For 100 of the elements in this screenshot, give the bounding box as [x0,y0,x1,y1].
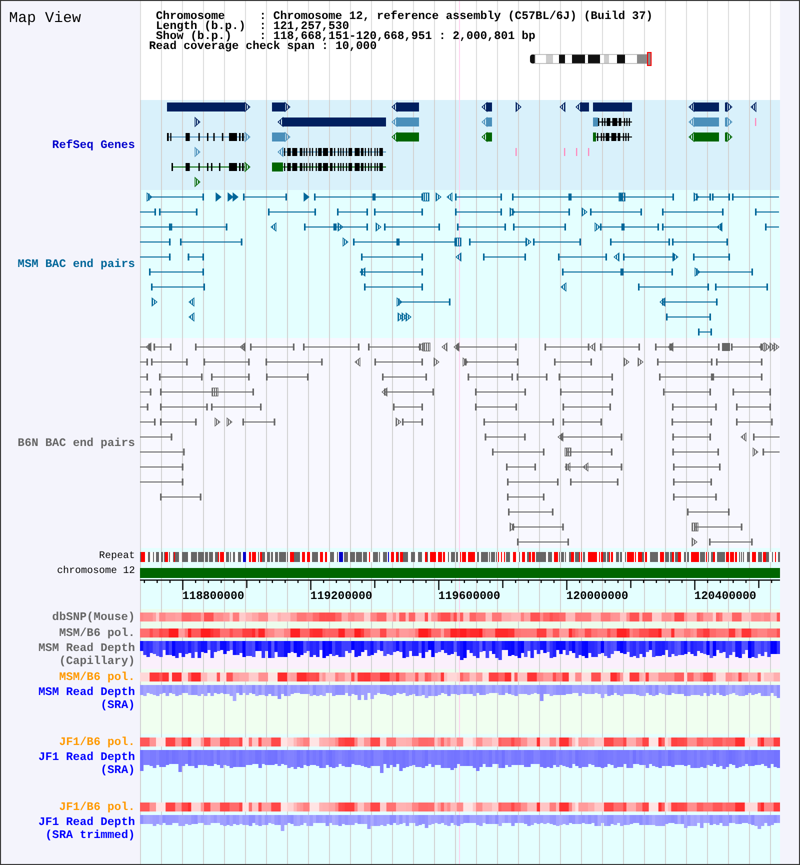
bac-end-pair [506,464,536,470]
bac-end-pair [715,284,768,290]
bac-end-pair [554,358,592,366]
gene-transcript [391,116,419,128]
bac-end-arrow-icon [694,192,700,202]
bac-end-pair [662,208,724,216]
bac-end-arrow-icon [716,222,722,232]
bac-end-marker-icon [564,448,572,456]
region-marker-icon [647,52,652,66]
gene-transcript [559,102,566,112]
bac-end-pair [687,508,730,516]
info-value: 121,257,530 [273,22,350,32]
gene-transcript [391,102,419,112]
bac-end-pair [211,404,262,410]
bac-end-pair [140,208,156,216]
track-label: chromosome 12 [56,566,135,578]
bac-end-pair [402,418,423,426]
bac-end-pair [590,208,642,216]
bac-end-pair [663,388,711,396]
bac-end-pair [736,404,771,410]
gene-transcript [725,116,733,128]
bac-end-arrow-icon [526,237,532,247]
bac-end-pair [140,434,172,440]
bac-end-pair [484,434,526,440]
bac-end-pair [303,344,360,350]
track-label: RefSeq Genes [52,138,135,152]
gene-transcript [750,102,756,112]
feature-tick-icon [588,148,590,156]
axis-tick-label: 120400000 [694,590,756,603]
track-label: MSM Read Depth (SRA) [38,686,135,712]
bac-end-pair [151,358,188,366]
bac-end-pair [211,374,250,380]
bac-end-pair [361,254,423,260]
bac-end-pair [140,418,156,426]
bac-end-pair [533,238,581,246]
info-label: Chromosome [156,12,225,22]
info-label: Length (b.p.) [156,22,247,32]
info-separator: : [259,12,266,22]
bac-end-pair [250,344,294,350]
bac-end-pair [753,434,780,440]
bac-end-arrow-icon [381,387,388,397]
bac-end-pair [382,374,427,380]
bac-end-pair [149,268,204,276]
bac-end-pair [374,358,423,366]
track-label: B6N BAC end pairs [18,436,135,450]
bac-end-pair [140,478,184,486]
feature-tick-icon [564,148,566,156]
gene-transcript [272,102,291,112]
bac-end-arrow-icon [239,342,246,352]
bac-end-pair [268,208,316,216]
bac-end-pair [188,254,204,260]
bac-end-pair [709,538,753,546]
bac-end-pair [657,358,712,366]
gene-transcript [516,102,522,112]
gene-transcript [481,102,492,112]
bac-end-arrow-icon [694,267,701,277]
bac-end-arrow-icon [510,207,516,217]
bac-end-pair [483,254,526,260]
map-view-title: Map View [9,11,82,27]
bac-end-pair [140,388,152,396]
gene-transcript [688,132,719,142]
info-value: 118,668,151-120,668,951 : 2,000,801 bp [273,32,536,42]
gene-transcript [593,102,632,112]
bac-end-pair [374,208,423,216]
gene-transcript [272,132,291,142]
bac-end-pair [736,418,773,426]
bac-end-pair [517,538,569,546]
bac-end-arrow-icon [564,462,570,472]
bac-end-pair [160,418,197,426]
bac-end-pair [558,374,613,380]
bac-end-pair [266,374,309,380]
bac-end-arrow-icon [152,297,158,307]
bac-end-pair [242,418,276,426]
bac-end-arrow-icon [354,357,360,367]
bac-end-pair [204,358,250,366]
bac-end-pair [457,224,506,230]
gene-transcript [725,102,733,112]
axis-tick-label: 120000000 [566,590,628,603]
bac-end-arrow-icon [145,342,152,352]
bac-end-marker-icon [422,192,430,202]
bac-end-arrow-icon [510,522,516,532]
coverage-span-text: Read coverage check span : 10,000 [149,42,377,52]
bac-end-pair [673,494,717,500]
bac-end-pair [180,238,242,246]
bac-end-arrow-icon [589,342,596,352]
track-label: MSM/B6 pol. [59,670,135,684]
bac-end-pair [762,448,780,456]
bac-end-pair [672,448,719,456]
bac-end-pair [732,194,779,200]
info-separator: : [259,22,266,32]
feature-tick-icon [516,148,517,156]
track-label: MSM Read Depth (Capillary) [38,642,135,668]
gene-transcript [481,116,492,128]
feature-tick-icon [755,118,756,126]
bac-end-pair [160,404,208,410]
axis-tick-label: 119200000 [310,590,372,603]
bac-end-pair [140,238,171,246]
bac-end-pair [455,208,502,216]
bac-end-pair [558,254,607,260]
bac-end-pair [732,388,771,396]
